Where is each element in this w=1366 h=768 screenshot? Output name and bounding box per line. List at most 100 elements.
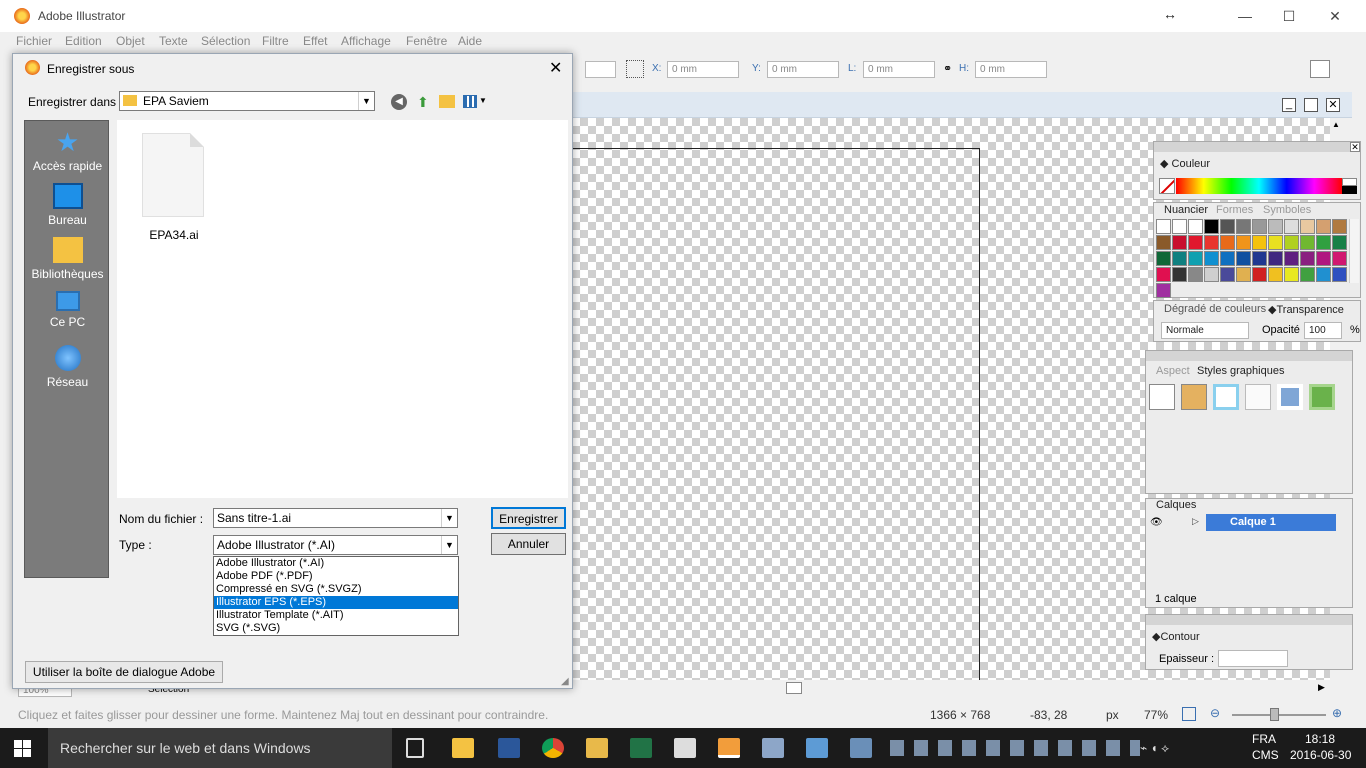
view-chevron-icon[interactable]: ▼ xyxy=(479,96,487,105)
taskbar-search[interactable]: Rechercher sur le web et dans Windows xyxy=(48,728,392,768)
scroll-up-icon[interactable]: ▲ xyxy=(1332,120,1340,129)
expand-triangle-icon[interactable]: ▷ xyxy=(1192,516,1199,527)
style-white[interactable] xyxy=(1245,384,1271,410)
swatch-cell[interactable] xyxy=(1316,267,1331,282)
swatch-cell[interactable] xyxy=(1300,219,1315,234)
x-field[interactable]: 0 mm xyxy=(667,61,739,78)
swatch-cell[interactable] xyxy=(1300,267,1315,282)
menu-objet[interactable]: Objet xyxy=(116,34,145,48)
style-blue[interactable] xyxy=(1277,384,1303,410)
swatch-cell[interactable] xyxy=(1236,267,1251,282)
word-icon[interactable] xyxy=(498,738,520,758)
tab-couleur[interactable]: ◆ Couleur xyxy=(1160,157,1210,170)
reference-point-icon[interactable] xyxy=(626,60,644,78)
swatch-cell[interactable] xyxy=(1220,219,1235,234)
swatch-cell[interactable] xyxy=(1268,267,1283,282)
swatch-cell[interactable] xyxy=(1220,251,1235,266)
cancel-button[interactable]: Annuler xyxy=(491,533,566,555)
swatch-cell[interactable] xyxy=(1268,219,1283,234)
menu-fichier[interactable]: Fichier xyxy=(16,34,52,48)
type-option[interactable]: Adobe PDF (*.PDF) xyxy=(214,570,458,583)
swatch-cell[interactable] xyxy=(1156,235,1171,250)
l-field[interactable]: 0 mm xyxy=(863,61,935,78)
stroke-weight-field[interactable] xyxy=(1218,650,1288,667)
type-option[interactable]: Illustrator Template (*.AIT) xyxy=(214,609,458,622)
type-dropdown-list[interactable]: Adobe Illustrator (*.AI) Adobe PDF (*.PDF… xyxy=(213,556,459,636)
opacity-field[interactable]: 100 xyxy=(1304,322,1342,339)
menu-edition[interactable]: Edition xyxy=(65,34,102,48)
swatch-cell[interactable] xyxy=(1156,219,1171,234)
folder-app-icon[interactable] xyxy=(586,738,608,758)
layer-row[interactable]: Calque 1 xyxy=(1206,514,1336,531)
doc-close-button[interactable]: ✕ xyxy=(1326,98,1340,112)
swatch-cell[interactable] xyxy=(1204,251,1219,266)
menu-texte[interactable]: Texte xyxy=(159,34,188,48)
doc-minimize-button[interactable]: _ xyxy=(1282,98,1296,112)
filename-field[interactable]: Sans titre-1.ai ▼ xyxy=(213,508,458,528)
style-texture[interactable] xyxy=(1181,384,1207,410)
illustrator-taskbar-icon[interactable] xyxy=(718,738,740,758)
swatch-cell[interactable] xyxy=(1172,251,1187,266)
style-green[interactable] xyxy=(1309,384,1335,410)
place-acces-rapide[interactable]: ★ Accès rapide xyxy=(25,129,110,173)
style-blue-outline[interactable] xyxy=(1213,384,1239,410)
new-folder-icon[interactable] xyxy=(439,95,455,108)
none-swatch-icon[interactable] xyxy=(1159,178,1175,194)
app-icon[interactable] xyxy=(762,738,784,758)
swatch-cell[interactable] xyxy=(1252,251,1267,266)
tray-system-icons[interactable]: ⌁ ◖ ⟡ xyxy=(1140,741,1169,756)
save-button[interactable]: Enregistrer xyxy=(491,507,566,529)
zoom-slider-thumb[interactable] xyxy=(1270,708,1279,721)
swatch-cell[interactable] xyxy=(1268,251,1283,266)
tab-aspect[interactable]: Aspect xyxy=(1156,365,1190,377)
swatch-cell[interactable] xyxy=(1316,251,1331,266)
maximize-button[interactable]: ☐ xyxy=(1266,0,1312,32)
swatch-cell[interactable] xyxy=(1316,219,1331,234)
minimize-button[interactable]: — xyxy=(1222,0,1268,32)
swatch-cell[interactable] xyxy=(1204,235,1219,250)
swatch-cell[interactable] xyxy=(1332,219,1347,234)
swatch-cell[interactable] xyxy=(1284,235,1299,250)
swatch-cell[interactable] xyxy=(1236,219,1251,234)
eye-icon[interactable]: 👁 xyxy=(1150,517,1163,528)
swatch-cell[interactable] xyxy=(1252,219,1267,234)
chevron-down-icon[interactable]: ▼ xyxy=(441,536,457,554)
swatch-cell[interactable] xyxy=(1284,251,1299,266)
task-view-icon[interactable] xyxy=(406,738,424,758)
windows-start-icon[interactable] xyxy=(14,740,31,757)
swatch-cell[interactable] xyxy=(1332,267,1347,282)
dialog-close-button[interactable]: ✕ xyxy=(549,58,562,78)
h-field[interactable]: 0 mm xyxy=(975,61,1047,78)
swatch-cell[interactable] xyxy=(1156,267,1171,282)
menu-aide[interactable]: Aide xyxy=(458,34,482,48)
swatch-cell[interactable] xyxy=(1284,219,1299,234)
menu-fenetre[interactable]: Fenêtre xyxy=(406,34,447,48)
use-adobe-dialog-button[interactable]: Utiliser la boîte de dialogue Adobe xyxy=(25,661,223,683)
tab-calques[interactable]: Calques xyxy=(1156,499,1196,511)
place-bibliotheques[interactable]: Bibliothèques xyxy=(25,237,110,281)
calculator-icon[interactable] xyxy=(674,738,696,758)
swatch-cell[interactable] xyxy=(1252,267,1267,282)
tab-transparence[interactable]: ◆Transparence xyxy=(1268,303,1344,316)
tab-styles-graphiques[interactable]: Styles graphiques xyxy=(1197,365,1284,377)
type-option[interactable]: Illustrator EPS (*.EPS) xyxy=(214,596,458,609)
chevron-down-icon[interactable]: ▼ xyxy=(441,509,457,527)
clock-time[interactable]: 18:18 xyxy=(1298,732,1342,746)
swatch-cell[interactable] xyxy=(1332,251,1347,266)
panel-close-icon[interactable]: ✕ xyxy=(1350,142,1360,152)
tab-nuancier[interactable]: Nuancier xyxy=(1164,204,1208,216)
swatch-cell[interactable] xyxy=(1188,251,1203,266)
place-ce-pc[interactable]: Ce PC xyxy=(25,291,110,329)
up-folder-icon[interactable]: ⬆ xyxy=(417,94,429,111)
type-option[interactable]: Compressé en SVG (*.SVGZ) xyxy=(214,583,458,596)
excel-icon[interactable] xyxy=(630,738,652,758)
tab-degrade[interactable]: Dégradé de couleurs xyxy=(1164,303,1266,315)
tab-contour[interactable]: ◆Contour xyxy=(1152,630,1200,643)
black-swatch[interactable] xyxy=(1342,186,1357,194)
panel-toggle-icon[interactable] xyxy=(1310,60,1330,78)
swatch-cell[interactable] xyxy=(1204,219,1219,234)
place-reseau[interactable]: Réseau xyxy=(25,345,110,389)
zoom-out-icon[interactable]: ⊖ xyxy=(1210,706,1220,720)
tray-icons[interactable] xyxy=(890,740,1140,756)
file-item[interactable] xyxy=(142,133,206,219)
